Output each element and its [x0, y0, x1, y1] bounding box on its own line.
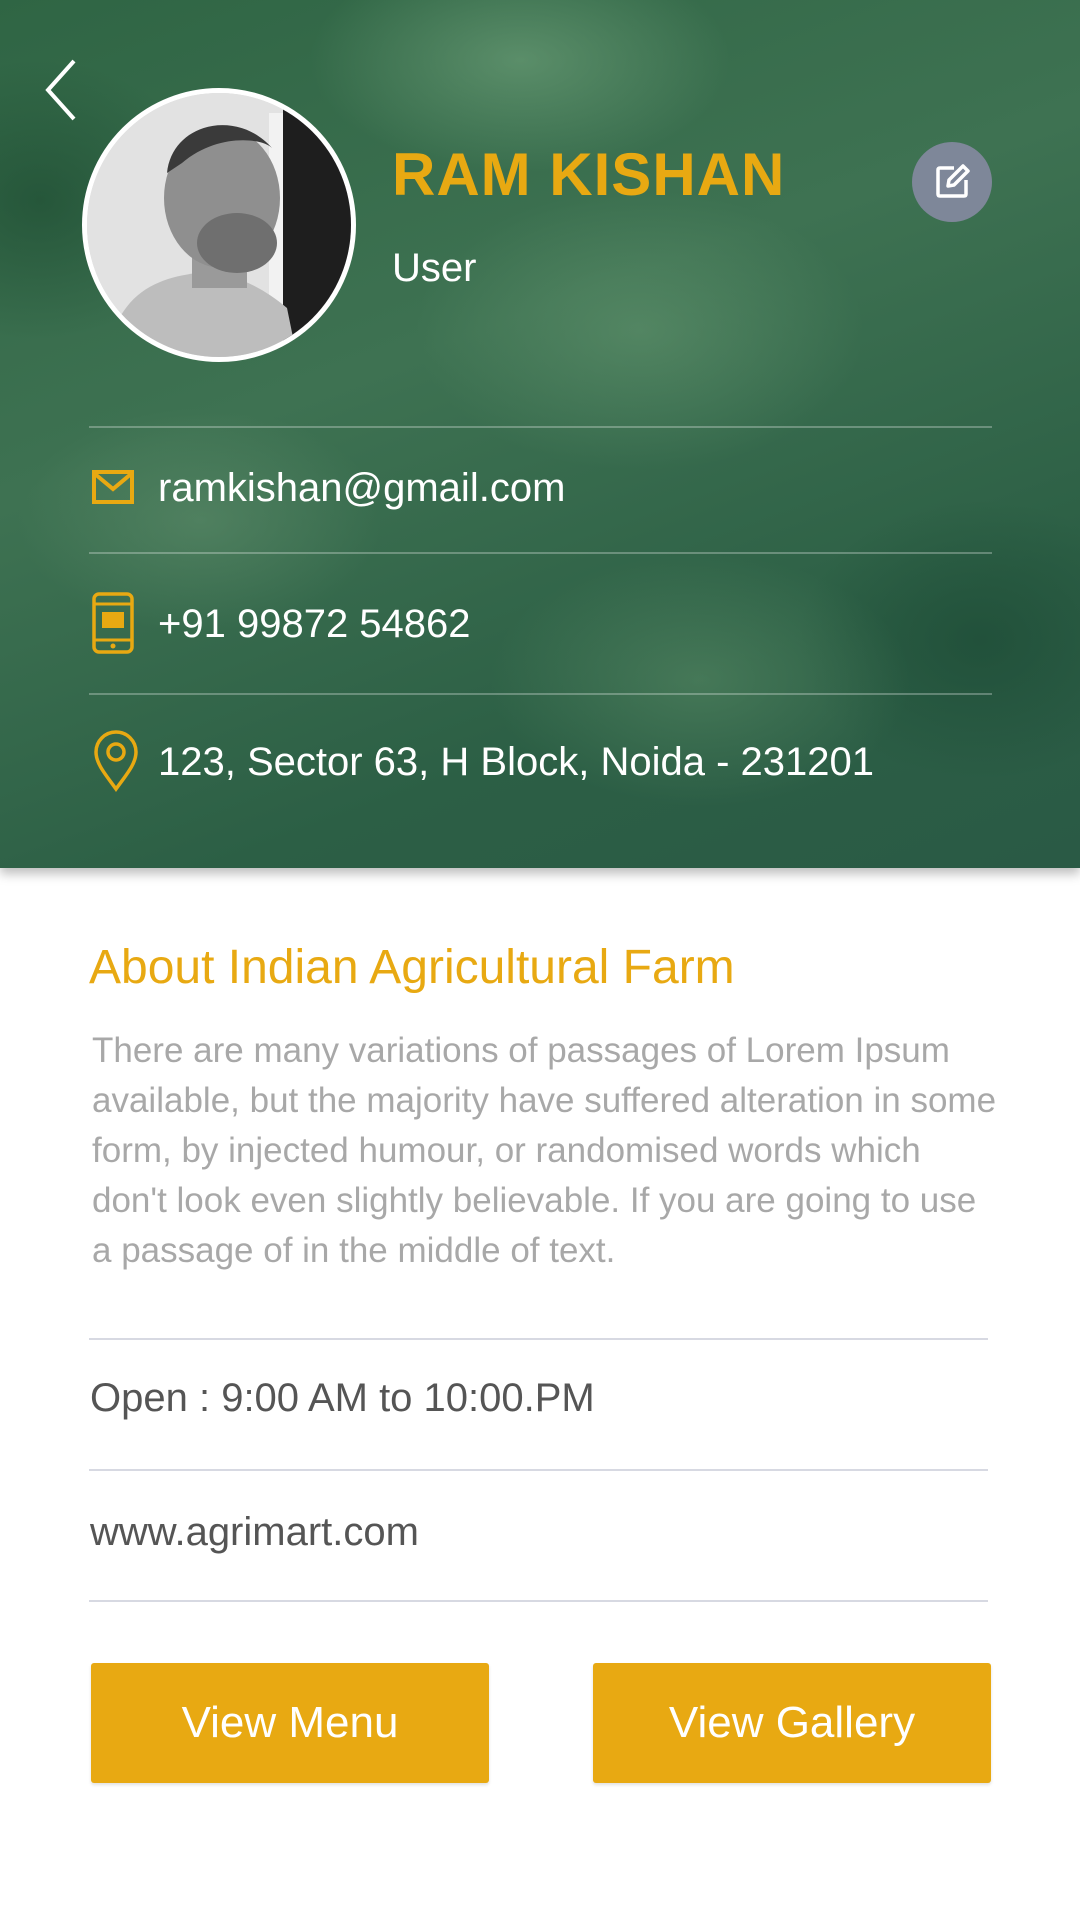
profile-header: RAM KISHAN User ramkishan@gmail.com +91 … [0, 0, 1080, 868]
profile-role: User [392, 246, 477, 290]
opening-hours: Open : 9:00 AM to 10:00.PM [90, 1376, 595, 1420]
divider [89, 1338, 988, 1340]
avatar [82, 88, 356, 362]
chevron-left-icon [45, 59, 76, 121]
view-menu-button[interactable]: View Menu [91, 1663, 489, 1783]
profile-name: RAM KISHAN [392, 141, 786, 208]
location-pin-icon [94, 730, 138, 792]
divider [89, 1469, 988, 1471]
back-button[interactable] [40, 55, 80, 125]
about-title: About Indian Agricultural Farm [89, 941, 735, 994]
divider [89, 426, 992, 428]
divider [89, 552, 992, 554]
email-text[interactable]: ramkishan@gmail.com [158, 466, 565, 511]
divider [89, 693, 992, 695]
divider [89, 1600, 988, 1602]
website-link[interactable]: www.agrimart.com [90, 1510, 419, 1555]
phone-text[interactable]: +91 99872 54862 [158, 602, 471, 647]
avatar-photo [87, 93, 351, 357]
edit-profile-button[interactable] [912, 142, 992, 222]
mail-icon [92, 470, 134, 504]
edit-icon [936, 164, 970, 198]
phone-icon [92, 592, 134, 654]
view-gallery-button[interactable]: View Gallery [593, 1663, 991, 1783]
address-text: 123, Sector 63, H Block, Noida - 231201 [158, 740, 874, 784]
about-description: There are many variations of passages of… [92, 1031, 997, 1270]
